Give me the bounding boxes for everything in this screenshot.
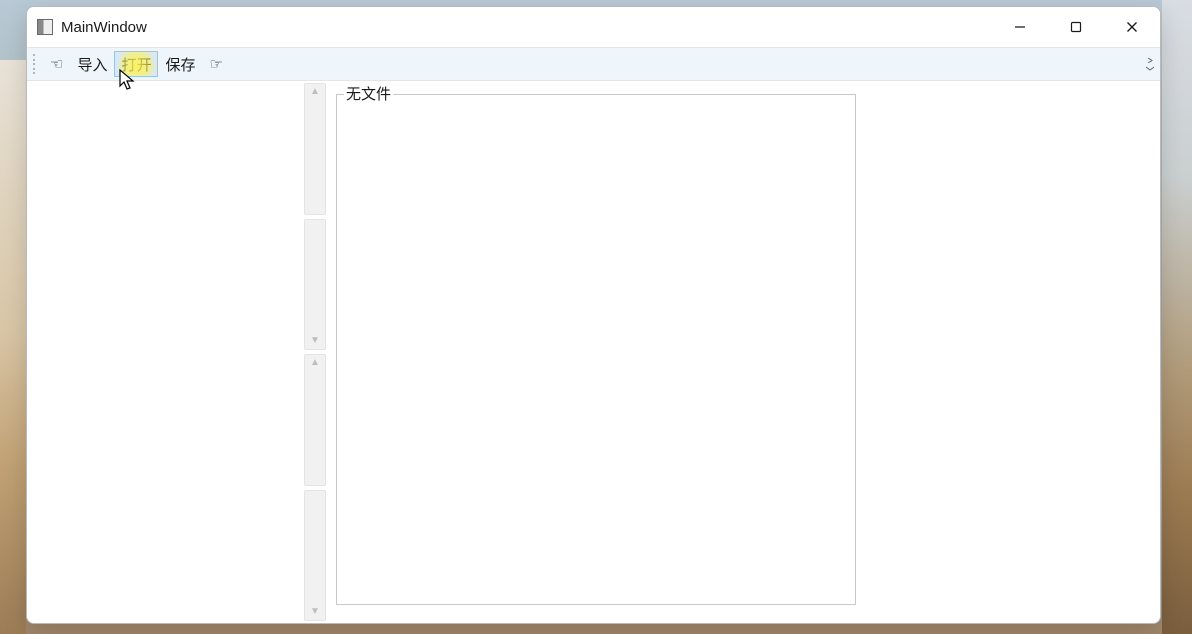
hand-left-icon: ☜ [50,55,63,73]
splitter-bottom-end[interactable]: ▼ [304,490,326,622]
maximize-button[interactable] [1048,7,1104,47]
chevron-up-icon: ▲ [310,87,320,97]
toolbar: ☜ 导入 打开 保存 ☞ [27,47,1160,81]
app-icon [37,19,53,35]
chevron-right-small-icon [1146,58,1154,63]
open-label: 打开 [121,54,151,75]
chevron-down-small-icon [1146,66,1154,71]
chevron-down-icon: ▼ [310,607,320,617]
groupbox-title: 无文件 [344,83,393,104]
splitter-top[interactable]: ▲ [304,83,326,215]
import-button[interactable]: 导入 [70,51,114,77]
save-button[interactable]: 保存 [158,51,202,77]
minimize-button[interactable] [992,7,1048,47]
chevron-up-icon: ▲ [310,358,320,368]
splitter-top-end[interactable]: ▼ [304,219,326,351]
desktop-background-left [0,60,26,634]
nav-back-button[interactable]: ☜ [43,51,70,77]
client-area: ▲ ▼ ▲ ▼ 无文件 [27,81,1160,623]
save-label: 保存 [165,54,195,75]
main-window: MainWindow ☜ 导入 打开 保存 [26,6,1161,624]
splitter-bottom[interactable]: ▲ [304,354,326,486]
import-label: 导入 [77,54,107,75]
open-button[interactable]: 打开 [114,51,158,77]
close-button[interactable] [1104,7,1160,47]
title-bar[interactable]: MainWindow [27,7,1160,47]
toolbar-grip[interactable] [33,54,39,74]
window-controls [992,7,1160,47]
content-panel: 无文件 [328,81,1160,623]
file-groupbox: 无文件 [336,85,856,605]
chevron-down-icon: ▼ [310,336,320,346]
desktop-background-right [1162,0,1192,634]
window-title: MainWindow [61,19,147,36]
hand-right-icon: ☞ [210,55,223,73]
left-panel [27,81,302,623]
splitter-stack: ▲ ▼ ▲ ▼ [302,81,328,623]
nav-forward-button[interactable]: ☞ [203,51,230,77]
groupbox-frame [336,94,856,605]
toolbar-overflow-button[interactable] [1144,53,1156,75]
